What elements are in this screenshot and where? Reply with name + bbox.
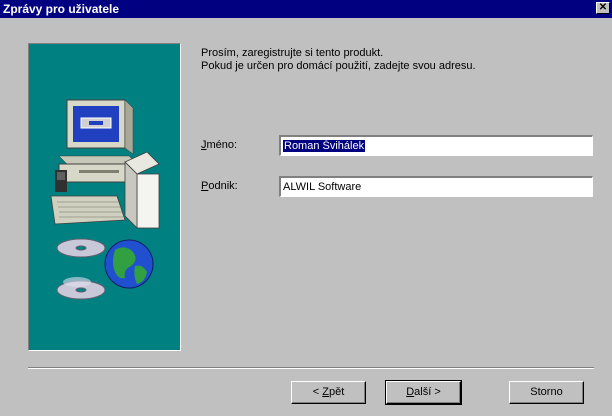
back-text: pět — [328, 386, 345, 398]
separator — [28, 367, 594, 369]
company-field[interactable]: ALWIL Software — [279, 176, 593, 197]
name-label-text: méno: — [206, 139, 238, 151]
back-accelerator: Z — [322, 386, 329, 398]
company-label-text: odnik: — [208, 180, 238, 192]
name-field-value: Roman Švihálek — [283, 140, 366, 152]
company-label: Podnik: — [201, 180, 271, 193]
intro-line-1: Prosím, zaregistrujte si tento produkt. — [201, 47, 384, 59]
intro-text: Prosím, zaregistrujte si tento produkt. … — [201, 47, 601, 73]
wizard-illustration — [28, 43, 181, 351]
intro-line-2: Pokud je určen pro domácí použití, zadej… — [201, 60, 476, 72]
computer-with-cds-and-globe-icon — [50, 99, 160, 300]
close-icon: ✕ — [598, 2, 608, 13]
name-field[interactable]: Roman Švihálek — [279, 135, 593, 156]
close-button[interactable]: ✕ — [596, 2, 610, 14]
back-button[interactable]: < Zpět — [291, 381, 366, 404]
next-accelerator: D — [406, 386, 415, 398]
title-bar: Zprávy pro uživatele ✕ — [0, 0, 612, 18]
cancel-button[interactable]: Storno — [509, 381, 584, 404]
window-title: Zprávy pro uživatele — [3, 2, 120, 16]
back-prefix: < — [312, 386, 323, 398]
next-text: alší > — [414, 386, 441, 398]
name-label: Jméno: — [201, 139, 271, 152]
company-field-value: ALWIL Software — [283, 181, 362, 193]
next-button[interactable]: Další > — [385, 380, 462, 405]
